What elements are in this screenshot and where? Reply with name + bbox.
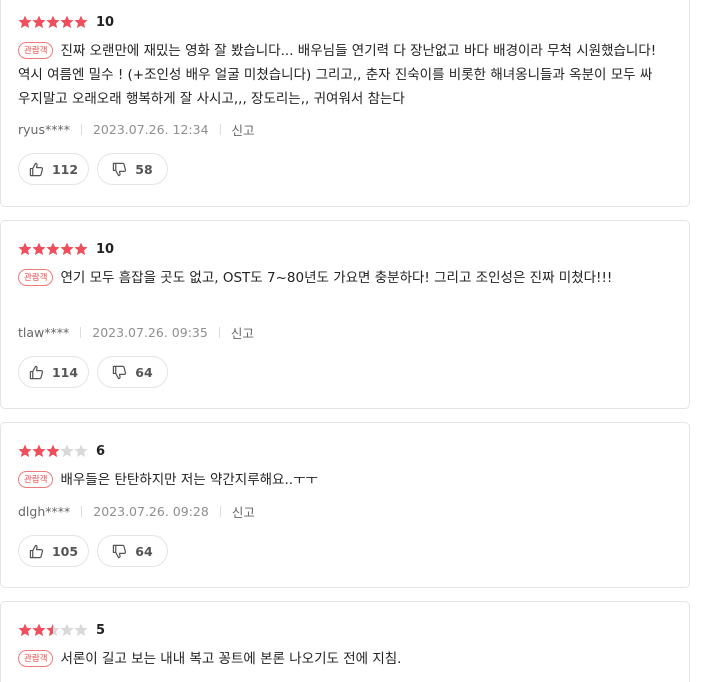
star-full-icon <box>32 444 46 458</box>
like-button[interactable]: 112 <box>18 153 89 185</box>
star-full-icon <box>60 15 74 29</box>
report-link[interactable]: 신고 <box>232 120 255 139</box>
divider <box>218 327 220 338</box>
star-full-icon <box>18 444 32 458</box>
review-card: 5 관람객 서론이 길고 보는 내내 복고 꽁트에 본론 나오기도 전에 지침. <box>0 601 690 682</box>
divider <box>219 124 221 135</box>
score-value: 10 <box>96 14 115 30</box>
vote-row: 114 64 <box>18 356 168 388</box>
report-link[interactable]: 신고 <box>232 502 255 521</box>
thumbs-up-icon <box>29 162 44 177</box>
review-list: 10 관람객 진짜 오랜만에 재밌는 영화 잘 봤습니다... 배우님들 연기력 … <box>0 0 702 682</box>
vote-row: 112 58 <box>18 153 168 185</box>
star-full-icon <box>18 15 32 29</box>
review-card: 6 관람객 배우들은 탄탄하지만 저는 약간지루해요..ㅜㅜ dlgh**** 2… <box>0 422 690 588</box>
like-count: 105 <box>51 543 79 559</box>
star-full-icon <box>18 242 32 256</box>
review-meta: tlaw**** 2023.07.26. 09:35 신고 <box>18 323 254 342</box>
star-full-icon <box>32 242 46 256</box>
star-full-icon <box>74 15 88 29</box>
star-half-icon <box>46 623 60 637</box>
dislike-button[interactable]: 64 <box>97 535 168 567</box>
star-full-icon <box>46 15 60 29</box>
like-button[interactable]: 105 <box>18 535 89 567</box>
star-rating <box>18 242 88 256</box>
review-card: 10 관람객 연기 모두 흠잡을 곳도 없고, OST도 7~80년도 가요면 충… <box>0 220 690 409</box>
thumbs-up-icon <box>29 544 44 559</box>
review-body: 관람객 진짜 오랜만에 재밌는 영화 잘 봤습니다... 배우님들 연기력 다 장… <box>18 39 659 111</box>
star-full-icon <box>46 242 60 256</box>
star-empty-icon <box>74 623 88 637</box>
star-full-icon <box>74 242 88 256</box>
review-text: 연기 모두 흠잡을 곳도 없고, OST도 7~80년도 가요면 충분하다! 그… <box>60 270 613 286</box>
dislike-button[interactable]: 64 <box>97 356 168 388</box>
divider <box>80 124 82 135</box>
like-count: 112 <box>51 161 79 177</box>
dislike-button[interactable]: 58 <box>97 153 168 185</box>
review-body: 관람객 연기 모두 흠잡을 곳도 없고, OST도 7~80년도 가요면 충분하다… <box>18 266 659 290</box>
score-value: 6 <box>96 443 106 459</box>
review-date: 2023.07.26. 09:35 <box>92 325 208 340</box>
star-empty-icon <box>74 444 88 458</box>
report-link[interactable]: 신고 <box>231 323 254 342</box>
dislike-count: 58 <box>135 161 153 177</box>
review-meta: dlgh**** 2023.07.26. 09:28 신고 <box>18 502 255 521</box>
vote-row: 105 64 <box>18 535 168 567</box>
review-text: 진짜 오랜만에 재밌는 영화 잘 봤습니다... 배우님들 연기력 다 장난없고… <box>18 43 657 107</box>
star-empty-icon <box>60 623 74 637</box>
rating-row: 6 <box>18 442 105 460</box>
review-date: 2023.07.26. 12:34 <box>92 122 209 137</box>
star-full-icon <box>18 623 32 637</box>
like-button[interactable]: 114 <box>18 356 89 388</box>
review-card: 10 관람객 진짜 오랜만에 재밌는 영화 잘 봤습니다... 배우님들 연기력 … <box>0 0 690 207</box>
thumbs-down-icon <box>112 365 127 380</box>
review-body: 관람객 서론이 길고 보는 내내 복고 꽁트에 본론 나오기도 전에 지침. <box>18 647 659 671</box>
star-full-icon <box>32 15 46 29</box>
thumbs-down-icon <box>112 162 127 177</box>
audience-badge: 관람객 <box>18 42 54 59</box>
divider <box>81 506 83 517</box>
audience-badge: 관람객 <box>18 269 54 286</box>
rating-row: 10 <box>18 240 114 258</box>
dislike-count: 64 <box>135 543 153 559</box>
star-full-icon <box>46 444 60 458</box>
star-rating <box>18 15 88 29</box>
score-value: 5 <box>96 622 106 638</box>
star-empty-icon <box>60 444 74 458</box>
author-id: dlgh**** <box>18 504 71 519</box>
review-meta: ryus**** 2023.07.26. 12:34 신고 <box>18 120 255 139</box>
star-full-icon <box>32 623 46 637</box>
divider <box>219 506 221 517</box>
thumbs-down-icon <box>112 544 127 559</box>
audience-badge: 관람객 <box>18 650 54 667</box>
dislike-count: 64 <box>135 364 153 380</box>
rating-row: 10 <box>18 13 114 31</box>
author-id: tlaw**** <box>18 325 70 340</box>
audience-badge: 관람객 <box>18 471 54 488</box>
review-body: 관람객 배우들은 탄탄하지만 저는 약간지루해요..ㅜㅜ <box>18 468 659 492</box>
like-count: 114 <box>51 364 79 380</box>
rating-row: 5 <box>18 621 105 639</box>
divider <box>80 327 82 338</box>
star-full-icon <box>60 242 74 256</box>
score-value: 10 <box>96 241 115 257</box>
star-rating <box>18 623 88 637</box>
author-id: ryus**** <box>18 122 70 137</box>
thumbs-up-icon <box>29 365 44 380</box>
review-text: 배우들은 탄탄하지만 저는 약간지루해요..ㅜㅜ <box>60 472 318 488</box>
review-text: 서론이 길고 보는 내내 복고 꽁트에 본론 나오기도 전에 지침. <box>60 651 402 667</box>
review-date: 2023.07.26. 09:28 <box>93 504 209 519</box>
star-rating <box>18 444 88 458</box>
